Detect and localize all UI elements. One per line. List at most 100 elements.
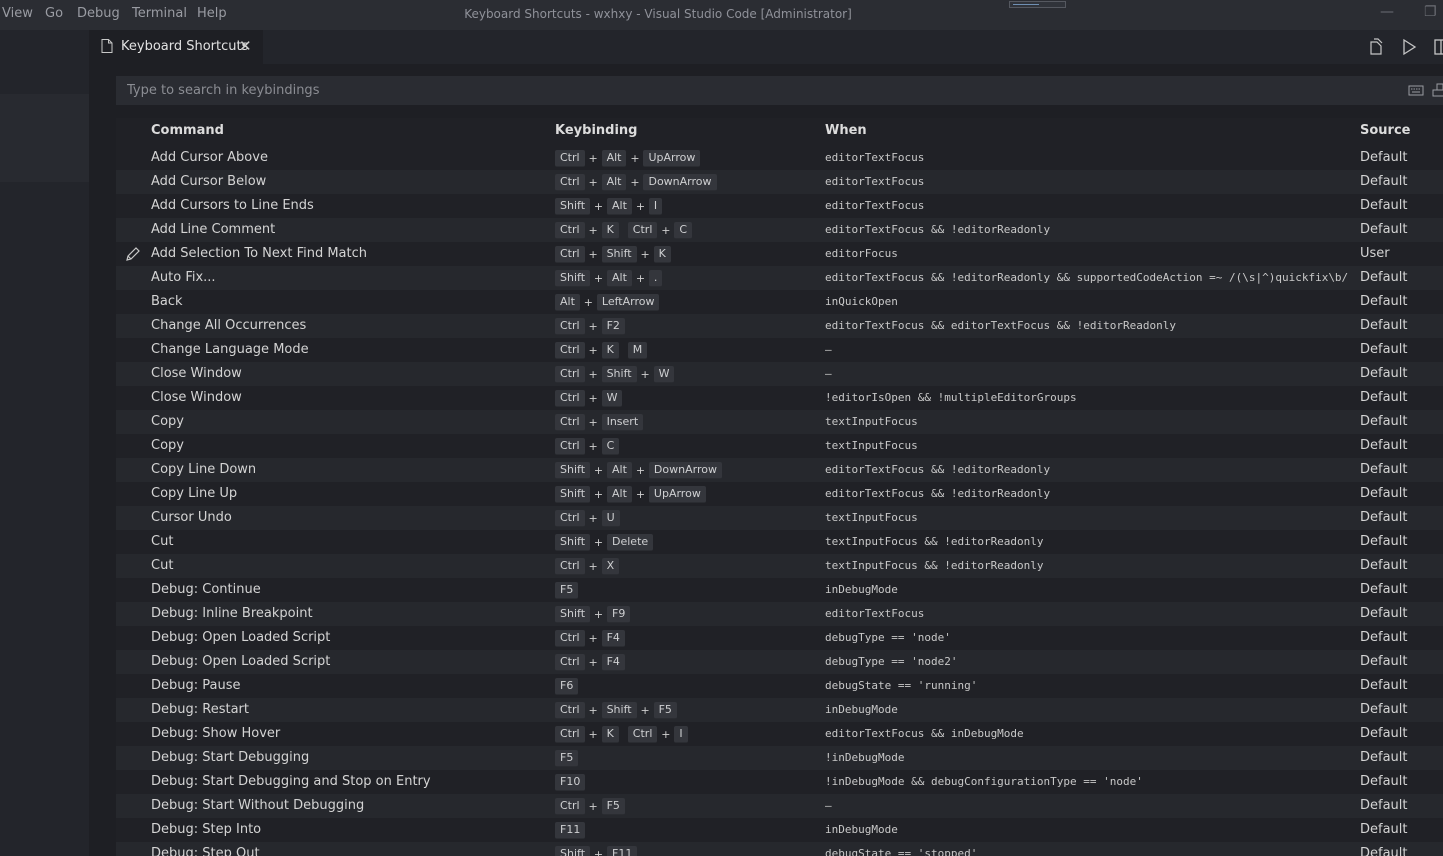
table-row[interactable]: Debug: Open Loaded Script Ctrl + F4 debugTyp…: [116, 626, 1443, 650]
table-row[interactable]: Copy Line Up Shift + Alt + UpArrow editorTextF…: [116, 482, 1443, 506]
table-row[interactable]: Close Window Ctrl + Shift + W — Default: [116, 362, 1443, 386]
keybinding[interactable]: Ctrl + Alt + UpArrow: [555, 149, 701, 167]
column-header-source[interactable]: Source: [1360, 123, 1410, 138]
keyboard-icon[interactable]: [1408, 83, 1424, 97]
when-clause: editorTextFocus: [825, 607, 925, 620]
tab-bar: Keyboard Shortcuts ✕: [89, 30, 1443, 64]
when-clause: editorTextFocus && !editorReadonly: [825, 487, 1051, 500]
table-row[interactable]: Copy Ctrl + CtextInputFocus Default: [116, 434, 1443, 458]
tab-keyboard-shortcuts[interactable]: Keyboard Shortcuts ✕: [89, 30, 263, 64]
keybinding[interactable]: Ctrl + Shift + K: [555, 245, 671, 263]
table-row[interactable]: Debug: Continue F5 inDebugMode Default: [116, 578, 1443, 602]
table-row[interactable]: Debug: Step Out Shift + F11 debugState == 's…: [116, 842, 1443, 856]
key-label: Ctrl: [555, 365, 585, 383]
table-row[interactable]: Cut Ctrl + XtextInputFocus && !editorReadon…: [116, 554, 1443, 578]
table-row[interactable]: Cut Shift + Delete textInputFocus && !editor…: [116, 530, 1443, 554]
keybinding[interactable]: Shift + Alt + UpArrow: [555, 485, 706, 503]
keybinding[interactable]: Ctrl + Alt + DownArrow: [555, 173, 717, 191]
keybinding[interactable]: F10: [555, 773, 586, 791]
keybinding[interactable]: Ctrl + Insert: [555, 413, 644, 431]
when-clause: editorTextFocus: [825, 199, 925, 212]
key-label: Alt: [607, 461, 632, 479]
table-row[interactable]: Cursor Undo Ctrl + UtextInputFocus Default: [116, 506, 1443, 530]
keybinding[interactable]: Ctrl + U: [555, 509, 620, 527]
column-header-command[interactable]: Command: [151, 123, 224, 138]
keybinding[interactable]: Shift + Alt +.: [555, 269, 663, 287]
source-label: Default: [1360, 414, 1408, 429]
table-row[interactable]: Copy Ctrl + Insert textInputFocus Default: [116, 410, 1443, 434]
table-row[interactable]: Debug: Start Debugging F5 !inDebugMode Defa…: [116, 746, 1443, 770]
table-row[interactable]: Auto Fix... Shift + Alt +. editorTextFocus &&…: [116, 266, 1443, 290]
table-row[interactable]: Debug: Open Loaded Script Ctrl + F4 debugTyp…: [116, 650, 1443, 674]
keybinding[interactable]: Ctrl + F4: [555, 653, 625, 671]
table-row[interactable]: Back Alt + LeftArrow inQuickOpen Default: [116, 290, 1443, 314]
key-label: I: [648, 197, 663, 215]
command-label: Debug: Open Loaded Script: [151, 630, 331, 645]
table-row[interactable]: Add Cursors to Line Ends Shift + Alt + Iedito…: [116, 194, 1443, 218]
when-clause: debugType == 'node': [825, 631, 951, 644]
key-label: C: [601, 437, 620, 455]
table-row[interactable]: Close Window Ctrl + W !editorIsOpen && !mult…: [116, 386, 1443, 410]
close-icon[interactable]: ✕: [239, 37, 252, 55]
table-row[interactable]: Debug: Pause F6 debugState == 'running' Def…: [116, 674, 1443, 698]
table-row[interactable]: Copy Line Down Shift + Alt + DownArrow editorT…: [116, 458, 1443, 482]
key-label: F5: [555, 581, 579, 599]
keybinding[interactable]: Ctrl + W: [555, 389, 623, 407]
keybinding[interactable]: Ctrl + K Ctrl + I: [555, 725, 688, 743]
keybinding[interactable]: Ctrl + K Ctrl + C: [555, 221, 693, 239]
keybinding[interactable]: Ctrl + C: [555, 437, 620, 455]
key-plus: +: [593, 607, 604, 621]
keybinding[interactable]: Ctrl + F4: [555, 629, 625, 647]
keybinding[interactable]: F6: [555, 677, 579, 695]
table-row[interactable]: Debug: Start Debugging and Stop on Entry…: [116, 770, 1443, 794]
when-clause: —: [825, 799, 832, 812]
keybinding[interactable]: Shift + Alt + DownArrow: [555, 461, 722, 479]
edit-icon[interactable]: [125, 246, 141, 262]
keybinding[interactable]: F5: [555, 749, 579, 767]
restore-button[interactable]: ❐: [1424, 4, 1437, 20]
split-editor-icon[interactable]: [1433, 38, 1443, 56]
keybinding[interactable]: Shift + F9: [555, 605, 631, 623]
table-row[interactable]: Debug: Show Hover Ctrl + K Ctrl + IeditorTextF…: [116, 722, 1443, 746]
key-label: Alt: [555, 293, 580, 311]
when-clause: inDebugMode: [825, 703, 898, 716]
keybinding[interactable]: Shift + Delete: [555, 533, 654, 551]
table-row[interactable]: Add Cursor Below Ctrl + Alt + DownArrow editor…: [116, 170, 1443, 194]
open-json-icon[interactable]: [1368, 38, 1384, 56]
keybinding[interactable]: Ctrl + Shift + W: [555, 365, 675, 383]
table-row[interactable]: Add Selection To Next Find Match Ctrl + Shi…: [116, 242, 1443, 266]
table-row[interactable]: Debug: Step Into F11 inDebugMode Default: [116, 818, 1443, 842]
column-header-keybinding[interactable]: Keybinding: [555, 123, 637, 138]
keybinding[interactable]: Ctrl + X: [555, 557, 620, 575]
table-row[interactable]: Add Cursor Above Ctrl + Alt + UpArrow editorTe…: [116, 146, 1443, 170]
command-label: Back: [151, 294, 183, 309]
sort-icon[interactable]: [1432, 83, 1443, 97]
keybinding[interactable]: Ctrl + F5: [555, 797, 625, 815]
keybinding[interactable]: Ctrl + F2: [555, 317, 625, 335]
keybinding[interactable]: Ctrl + K M: [555, 341, 648, 359]
search-input[interactable]: [116, 76, 1396, 105]
keybinding[interactable]: Alt + LeftArrow: [555, 293, 660, 311]
file-icon: [101, 39, 113, 53]
keybinding[interactable]: Ctrl + Shift + F5: [555, 701, 677, 719]
run-icon[interactable]: [1401, 38, 1417, 56]
command-label: Debug: Pause: [151, 678, 241, 693]
table-row[interactable]: Debug: Start Without Debugging Ctrl + F5 — De…: [116, 794, 1443, 818]
table-row[interactable]: Add Line Comment Ctrl + K Ctrl + CeditorTextFo…: [116, 218, 1443, 242]
key-label: F5: [653, 701, 677, 719]
keybinding[interactable]: Shift + Alt + I: [555, 197, 663, 215]
key-plus: +: [588, 223, 598, 237]
table-row[interactable]: Debug: Inline Breakpoint Shift + F9 editorTe…: [116, 602, 1443, 626]
keybinding[interactable]: F11: [555, 821, 586, 839]
when-clause: debugState == 'running': [825, 679, 978, 692]
key-label: Shift: [555, 845, 591, 856]
minimize-button[interactable]: —: [1380, 4, 1394, 20]
table-row[interactable]: Change Language Mode Ctrl + K M — Default: [116, 338, 1443, 362]
keybinding[interactable]: F5: [555, 581, 579, 599]
keybinding[interactable]: Shift + F11: [555, 845, 638, 856]
key-label: F10: [555, 773, 586, 791]
column-header-when[interactable]: When: [825, 123, 867, 138]
table-row[interactable]: Change All Occurrences Ctrl + F2 editorTextF…: [116, 314, 1443, 338]
table-row[interactable]: Debug: Restart Ctrl + Shift + F5 inDebugMode De…: [116, 698, 1443, 722]
command-label: Add Cursor Below: [151, 174, 267, 189]
